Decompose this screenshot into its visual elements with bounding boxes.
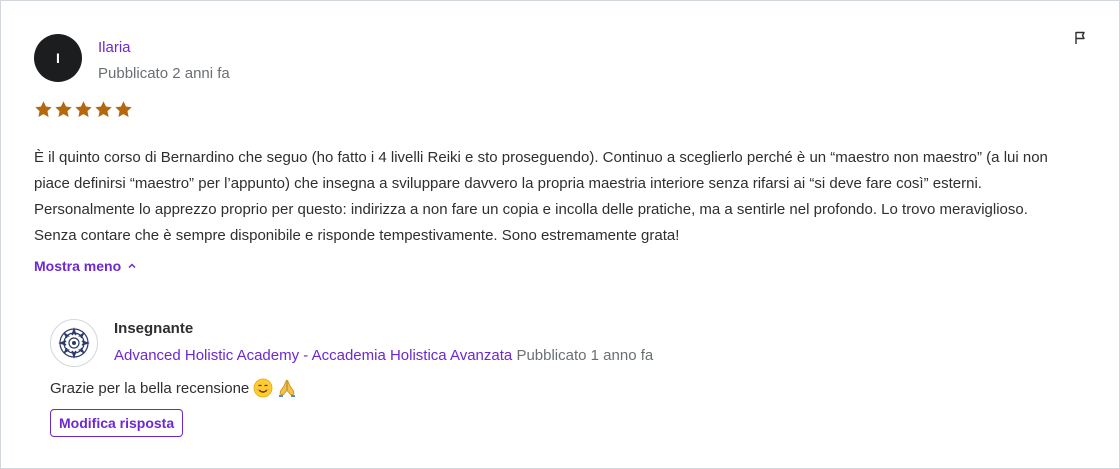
- chevron-up-icon: [128, 263, 136, 269]
- show-less-label: Mostra meno: [34, 258, 122, 274]
- star-icon: [55, 101, 72, 117]
- reviewer-name: Ilaria: [98, 39, 131, 56]
- mandala-logo-icon: [58, 327, 90, 359]
- reply-timestamp: Pubblicato 1 anno fa: [516, 347, 654, 364]
- reply-meta: Advanced Holistic Academy - Accademia Ho…: [114, 347, 653, 364]
- review-text-line: piace definirsi “maestro” per l’appunto)…: [34, 175, 982, 192]
- review-text-line: Senza contare che è sempre disponibile e…: [34, 227, 680, 244]
- smiling-face-icon: [253, 378, 273, 398]
- edit-reply-button[interactable]: Modifica risposta: [50, 409, 184, 437]
- reply-text-content: Grazie per la bella recensione: [50, 379, 250, 397]
- star-icon: [35, 101, 52, 117]
- reply-text: Grazie per la bella recensione: [50, 378, 297, 398]
- show-less-button[interactable]: Mostra meno: [34, 258, 137, 274]
- folded-hands-icon: [277, 378, 297, 398]
- star-rating: [35, 101, 132, 118]
- review-text-line: Personalmente lo apprezzo proprio per qu…: [34, 201, 1028, 218]
- star-icon: [115, 101, 132, 117]
- instructor-name[interactable]: Advanced Holistic Academy - Accademia Ho…: [114, 347, 512, 364]
- review-timestamp: Pubblicato 2 anni fa: [98, 65, 230, 82]
- avatar: I: [34, 34, 82, 82]
- review-card: I Ilaria Pubblicato 2 anni fa È il quint…: [0, 0, 1120, 469]
- instructor-logo: [50, 319, 98, 367]
- review-text-line: È il quinto corso di Bernardino che segu…: [34, 149, 1048, 166]
- star-icon: [75, 101, 92, 117]
- star-icon: [95, 101, 112, 117]
- review-text: È il quinto corso di Bernardino che segu…: [34, 145, 1094, 249]
- avatar-initial: I: [56, 50, 60, 66]
- reply-role: Insegnante: [114, 320, 194, 337]
- flag-icon[interactable]: [1072, 30, 1088, 46]
